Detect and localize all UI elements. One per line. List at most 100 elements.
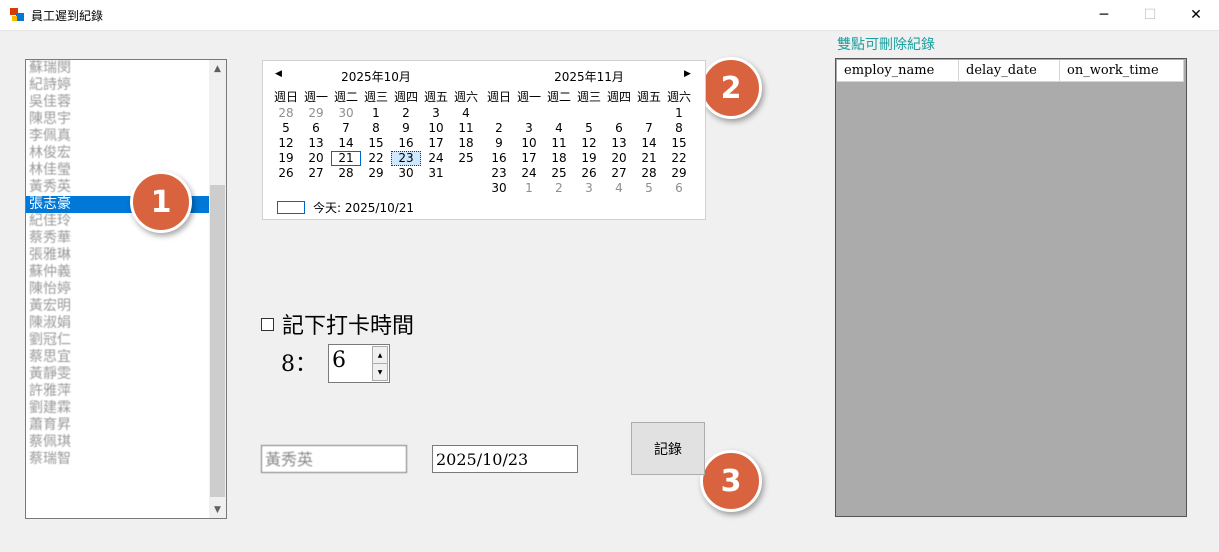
calendar-day[interactable]: 8 <box>361 121 391 136</box>
calendar-day[interactable]: 25 <box>451 151 481 166</box>
calendar-day[interactable]: 20 <box>604 151 634 166</box>
calendar-day[interactable]: 23 <box>484 166 514 181</box>
calendar-day[interactable]: 5 <box>634 181 664 196</box>
calendar-day[interactable]: 7 <box>634 121 664 136</box>
calendar-day[interactable]: 19 <box>271 151 301 166</box>
calendar-day[interactable]: 15 <box>664 136 694 151</box>
calendar-day[interactable]: 18 <box>544 151 574 166</box>
scroll-thumb[interactable] <box>210 185 225 497</box>
calendar-day[interactable]: 18 <box>451 136 481 151</box>
calendar-day[interactable]: 29 <box>664 166 694 181</box>
list-item[interactable]: 蕭育昇 <box>26 417 226 434</box>
calendar-day[interactable]: 4 <box>451 106 481 121</box>
list-item[interactable]: 黃宏明 <box>26 298 226 315</box>
calendar-day[interactable]: 3 <box>574 181 604 196</box>
calendar-day[interactable]: 9 <box>391 121 421 136</box>
column-header-delay-date[interactable]: delay_date <box>959 60 1060 82</box>
punch-time-checkbox[interactable] <box>261 317 274 331</box>
calendar-day[interactable]: 21 <box>634 151 664 166</box>
calendar-day[interactable]: 16 <box>484 151 514 166</box>
list-item[interactable]: 陳思宇 <box>26 111 226 128</box>
list-item[interactable]: 劉冠仁 <box>26 332 226 349</box>
record-grid[interactable]: employ_name delay_date on_work_time <box>835 58 1187 517</box>
punch-time-checkbox-row[interactable]: 記下打卡時間 <box>261 308 414 340</box>
calendar-day[interactable]: 2 <box>544 181 574 196</box>
calendar-day[interactable]: 8 <box>664 121 694 136</box>
minute-stepper[interactable]: 6 ▲ ▼ <box>328 344 390 383</box>
calendar-day[interactable]: 14 <box>634 136 664 151</box>
close-button[interactable]: ✕ <box>1173 0 1219 30</box>
calendar-day[interactable]: 17 <box>421 136 451 151</box>
list-item[interactable]: 黃靜雯 <box>26 366 226 383</box>
calendar-day[interactable]: 11 <box>451 121 481 136</box>
calendar-day[interactable]: 30 <box>391 166 421 181</box>
record-button[interactable]: 記錄 <box>631 422 705 475</box>
date-field[interactable]: 2025/10/23 <box>432 445 578 473</box>
calendar-day[interactable]: 12 <box>574 136 604 151</box>
calendar-day[interactable]: 10 <box>514 136 544 151</box>
scroll-down-arrow-icon[interactable]: ▼ <box>209 501 226 518</box>
calendar-day[interactable]: 4 <box>604 181 634 196</box>
list-item[interactable]: 吳佳蓉 <box>26 94 226 111</box>
list-item[interactable]: 蘇仲義 <box>26 264 226 281</box>
list-item[interactable]: 許雅萍 <box>26 383 226 400</box>
list-item[interactable]: 蔡瑞智 <box>26 451 226 468</box>
calendar-day[interactable]: 31 <box>421 166 451 181</box>
calendar-day[interactable]: 3 <box>421 106 451 121</box>
scroll-up-arrow-icon[interactable]: ▲ <box>209 60 226 77</box>
calendar-day[interactable]: 22 <box>664 151 694 166</box>
today-link[interactable]: 今天: 2025/10/21 <box>277 199 414 216</box>
calendar-day[interactable]: 9 <box>484 136 514 151</box>
calendar-day[interactable]: 29 <box>361 166 391 181</box>
calendar-day[interactable]: 30 <box>484 181 514 196</box>
calendar-day[interactable]: 28 <box>634 166 664 181</box>
calendar-day[interactable]: 22 <box>361 151 391 166</box>
list-item[interactable]: 陳淑娟 <box>26 315 226 332</box>
list-item[interactable]: 紀佳玲 <box>26 213 226 230</box>
list-item[interactable]: 紀詩婷 <box>26 77 226 94</box>
calendar-day[interactable]: 19 <box>574 151 604 166</box>
calendar-day[interactable]: 16 <box>391 136 421 151</box>
month-calendar[interactable]: ◀ ▶ 2025年10月 週日 週一 週二 週三 週四 週五 週六 28 29 30 1 2 3 4 5 6 7… <box>262 60 706 220</box>
list-item[interactable]: 李佩真 <box>26 128 226 145</box>
calendar-day[interactable]: 1 <box>361 106 391 121</box>
calendar-day[interactable]: 15 <box>361 136 391 151</box>
list-item[interactable]: 林佳瑩 <box>26 162 226 179</box>
calendar-day[interactable]: 1 <box>664 106 694 121</box>
column-header-employ-name[interactable]: employ_name <box>837 60 959 82</box>
list-item[interactable]: 陳怡婷 <box>26 281 226 298</box>
calendar-day[interactable]: 24 <box>421 151 451 166</box>
calendar-day[interactable]: 5 <box>271 121 301 136</box>
calendar-day[interactable]: 27 <box>301 166 331 181</box>
calendar-day[interactable]: 28 <box>271 106 301 121</box>
calendar-day[interactable]: 12 <box>271 136 301 151</box>
calendar-day[interactable]: 10 <box>421 121 451 136</box>
calendar-day[interactable]: 11 <box>544 136 574 151</box>
calendar-day[interactable]: 28 <box>331 166 361 181</box>
list-item[interactable]: 蔡思宜 <box>26 349 226 366</box>
employee-listbox[interactable]: 蘇瑞閔 紀詩婷 吳佳蓉 陳思宇 李佩真 林俊宏 林佳瑩 黃秀英 張志豪 紀佳玲 蔡秀華 張雅琳 蘇仲義陳… <box>25 59 227 519</box>
calendar-day[interactable]: 6 <box>301 121 331 136</box>
calendar-day[interactable]: 21 <box>331 151 361 166</box>
calendar-day[interactable]: 6 <box>604 121 634 136</box>
calendar-day[interactable]: 26 <box>271 166 301 181</box>
calendar-day[interactable]: 23 <box>391 151 421 166</box>
calendar-day[interactable]: 7 <box>331 121 361 136</box>
calendar-day[interactable]: 14 <box>331 136 361 151</box>
calendar-day[interactable]: 20 <box>301 151 331 166</box>
list-item[interactable]: 張雅琳 <box>26 247 226 264</box>
list-item[interactable]: 蔡佩琪 <box>26 434 226 451</box>
calendar-day[interactable]: 17 <box>514 151 544 166</box>
employee-name-field[interactable]: 黃秀英 <box>261 445 407 473</box>
list-item[interactable]: 黃秀英 <box>26 179 226 196</box>
calendar-day[interactable]: 29 <box>301 106 331 121</box>
list-item[interactable]: 林俊宏 <box>26 145 226 162</box>
calendar-day[interactable]: 24 <box>514 166 544 181</box>
list-item[interactable]: 蔡秀華 <box>26 230 226 247</box>
list-item[interactable]: 劉建霖 <box>26 400 226 417</box>
calendar-day[interactable]: 30 <box>331 106 361 121</box>
calendar-day[interactable]: 25 <box>544 166 574 181</box>
calendar-day[interactable]: 3 <box>514 121 544 136</box>
list-item[interactable]: 蘇瑞閔 <box>26 60 226 77</box>
minimize-button[interactable]: ─ <box>1081 0 1127 30</box>
